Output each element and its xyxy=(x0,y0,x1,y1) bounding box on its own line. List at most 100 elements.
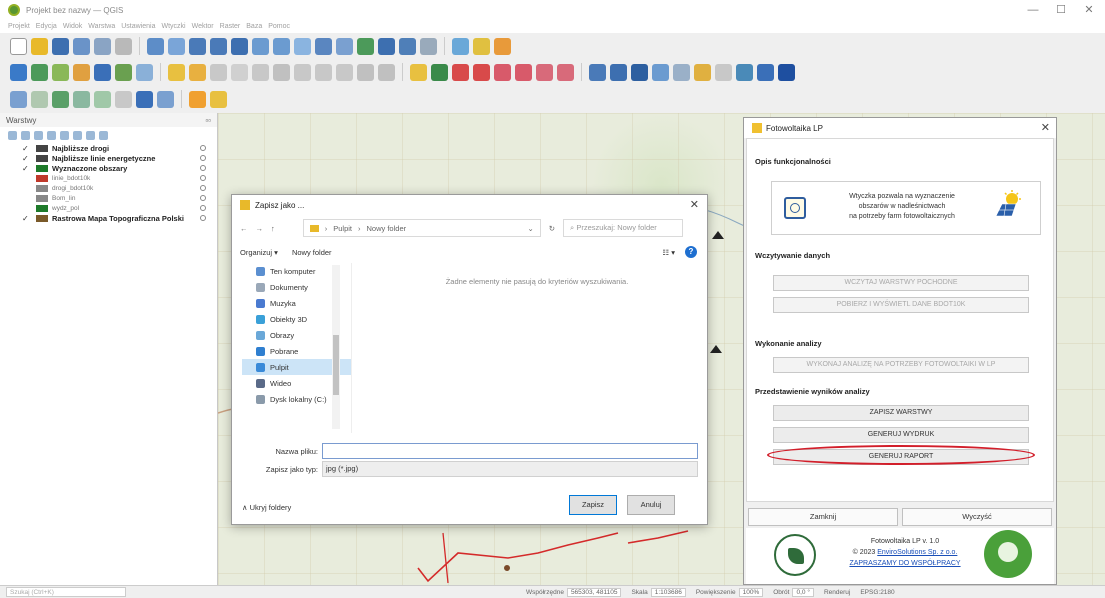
layer-visibility-checkbox[interactable]: ✓ xyxy=(22,144,30,153)
up-arrow-icon[interactable]: ↑ xyxy=(271,224,275,233)
advanced-digitizing-icon[interactable] xyxy=(52,90,69,108)
add-raster-icon[interactable] xyxy=(52,63,69,81)
zoom-full-icon[interactable] xyxy=(231,37,248,55)
new-folder-button[interactable]: Nowy folder xyxy=(292,248,332,257)
field-calculator-icon[interactable] xyxy=(673,63,690,81)
scrollbar-thumb[interactable] xyxy=(333,335,339,395)
menu-wtyczki[interactable]: Wtyczki xyxy=(161,23,185,30)
sum-icon[interactable] xyxy=(631,63,648,81)
processing-toolbox-icon[interactable] xyxy=(778,63,795,81)
generate-print-button[interactable]: GENERUJ WYDRUK xyxy=(773,427,1029,443)
minimize-button[interactable]: — xyxy=(1020,2,1046,18)
layer-indicator-icon[interactable] xyxy=(200,175,206,181)
hide-folders-toggle[interactable]: ∧ Ukryj foldery xyxy=(242,503,291,512)
help-icon[interactable]: ? xyxy=(685,246,697,258)
attribute-table-icon[interactable] xyxy=(652,63,669,81)
view-options-icon[interactable]: ☷ ▾ xyxy=(662,248,675,257)
layer-style-icon[interactable] xyxy=(8,130,17,140)
add-postgis-icon[interactable] xyxy=(94,63,111,81)
add-wms-icon[interactable] xyxy=(115,63,132,81)
scale-value[interactable]: 1:103686 xyxy=(650,587,686,597)
fetch-bdot-button[interactable]: POBIERZ I WYŚWIETL DANE BDOT10K xyxy=(773,297,1029,313)
print-layout-icon[interactable] xyxy=(94,37,111,55)
layer-indicator-icon[interactable] xyxy=(200,155,206,161)
add-delimited-icon[interactable] xyxy=(73,63,90,81)
select-features-icon[interactable] xyxy=(473,37,490,55)
layer-indicator-icon[interactable] xyxy=(200,205,206,211)
address-segment-desktop[interactable]: Pulpit xyxy=(333,224,352,233)
organize-menu[interactable]: Organizuj ▾ xyxy=(240,248,278,257)
load-layers-button[interactable]: WCZYTAJ WARSTWY POCHODNE xyxy=(773,275,1029,291)
layer-visibility-checkbox[interactable]: ✓ xyxy=(22,164,30,173)
layer-item[interactable]: ✓ Rastrowa Mapa Topograficzna Polski xyxy=(0,213,217,223)
layer-indicator-icon[interactable] xyxy=(200,195,206,201)
data-source-manager-icon[interactable] xyxy=(10,63,27,81)
show-bookmarks-icon[interactable] xyxy=(378,37,395,55)
locator-search-input[interactable]: Szukaj (Ctrl+K) xyxy=(6,587,126,597)
layer-indicator-icon[interactable] xyxy=(200,145,206,151)
add-group-icon[interactable] xyxy=(21,130,30,140)
menu-edycja[interactable]: Edycja xyxy=(36,23,57,30)
zoom-out-icon[interactable] xyxy=(210,37,227,55)
zoom-native-icon[interactable] xyxy=(294,37,311,55)
close-window-button[interactable]: ✕ xyxy=(1076,2,1102,18)
open-attribute-table-icon[interactable] xyxy=(494,37,511,55)
copy-features-icon[interactable] xyxy=(315,63,332,81)
navigation-scrollbar[interactable] xyxy=(332,265,340,429)
layer-visibility-checkbox[interactable]: ✓ xyxy=(22,214,30,223)
new-project-icon[interactable] xyxy=(10,37,27,55)
bookmark-icon[interactable] xyxy=(357,37,374,55)
expand-all-icon[interactable] xyxy=(73,130,82,140)
sun-plugin-icon[interactable] xyxy=(210,90,227,108)
menu-warstwa[interactable]: Warstwa xyxy=(88,23,115,30)
split-features-icon[interactable] xyxy=(115,90,132,108)
address-bar[interactable]: › Pulpit › Nowy folder ⌄ xyxy=(302,219,541,237)
layer-item[interactable]: ✓ Najbliższe drogi xyxy=(0,143,217,153)
digitize-icon[interactable] xyxy=(231,63,248,81)
refresh-icon[interactable]: ↻ xyxy=(549,224,555,233)
cut-features-icon[interactable] xyxy=(294,63,311,81)
layer-indicator-icon[interactable] xyxy=(200,215,206,221)
pan-to-selection-icon[interactable] xyxy=(168,37,185,55)
label-pin-icon[interactable] xyxy=(431,63,448,81)
filetype-select[interactable]: jpg (*.jpg) xyxy=(322,461,698,477)
crs-button[interactable]: EPSG:2180 xyxy=(860,589,894,596)
rotation-value[interactable]: 0,0 ° xyxy=(792,587,814,597)
menu-baza[interactable]: Baza xyxy=(246,23,262,30)
save-edits-icon[interactable] xyxy=(210,63,227,81)
layer-item[interactable]: linie_bdot10k xyxy=(0,173,217,183)
label-show-icon[interactable] xyxy=(473,63,490,81)
label-rotate-icon[interactable] xyxy=(515,63,532,81)
delete-selected-icon[interactable] xyxy=(273,63,290,81)
label-tool-icon[interactable] xyxy=(410,63,427,81)
menu-ustawienia[interactable]: Ustawienia xyxy=(121,23,155,30)
save-button[interactable]: Zapisz xyxy=(569,495,617,515)
temporal-icon[interactable] xyxy=(420,37,437,55)
open-project-icon[interactable] xyxy=(31,37,48,55)
gps-icon[interactable] xyxy=(157,90,174,108)
coordinate-value[interactable]: 565303, 481105 xyxy=(566,587,622,597)
zoom-in-icon[interactable] xyxy=(189,37,206,55)
snapping-icon[interactable] xyxy=(31,90,48,108)
style-manager-icon[interactable] xyxy=(115,37,132,55)
layer-indicator-icon[interactable] xyxy=(200,165,206,171)
digitizing-shape-icon[interactable] xyxy=(10,90,27,108)
clear-button[interactable]: Wyczyść xyxy=(902,508,1052,526)
layer-item[interactable]: wydz_pol xyxy=(0,203,217,213)
toggle-editing-icon[interactable] xyxy=(189,63,206,81)
menu-raster[interactable]: Raster xyxy=(220,23,241,30)
cancel-button[interactable]: Anuluj xyxy=(627,495,675,515)
cooperation-link[interactable]: ZAPRASZAMY DO WSPÓŁPRACY xyxy=(830,558,980,569)
add-vector-icon[interactable] xyxy=(31,63,48,81)
forward-arrow-icon[interactable]: → xyxy=(256,224,264,233)
layer-item[interactable]: drogi_bdot10k xyxy=(0,183,217,193)
magnifier-value[interactable]: 100% xyxy=(738,587,764,597)
menu-pomoc[interactable]: Pomoc xyxy=(268,23,290,30)
filter-legend-icon[interactable] xyxy=(47,130,56,140)
python-console-icon[interactable] xyxy=(736,63,753,81)
zoom-selection-icon[interactable] xyxy=(252,37,269,55)
add-wfs-icon[interactable] xyxy=(136,63,153,81)
layer-item[interactable]: ✓ Najbliższe linie energetyczne xyxy=(0,153,217,163)
annotation-icon[interactable] xyxy=(694,63,711,81)
menu-projekt[interactable]: Projekt xyxy=(8,23,30,30)
